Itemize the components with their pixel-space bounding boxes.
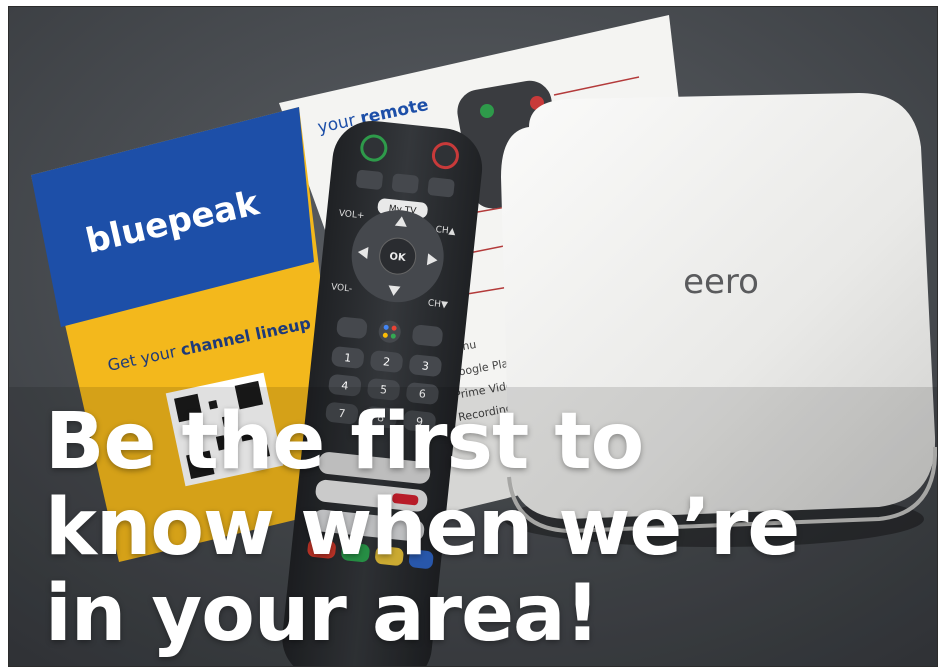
headline-line-3: in your area!	[45, 569, 600, 659]
number-key: 2	[382, 355, 390, 369]
product-photo: bluepeak Get your channel lineup your re…	[8, 6, 938, 667]
remote-back-button	[336, 317, 368, 339]
remote-power-box	[431, 142, 459, 170]
promo-banner: bluepeak Get your channel lineup your re…	[0, 0, 940, 671]
number-key: 1	[344, 351, 352, 365]
remote-power-tv	[360, 134, 388, 162]
remote-ch-down-label: CH▼	[427, 299, 448, 311]
headline-line-2: know when we’re	[45, 483, 800, 573]
remote-btn	[356, 169, 383, 190]
remote-btn	[391, 173, 419, 194]
router-brand-logo: eero	[683, 262, 759, 302]
guide-power-green	[480, 104, 494, 118]
number-key: 3	[421, 359, 429, 373]
headline-line-1: Be the first to	[45, 397, 644, 487]
remote-home-button	[412, 324, 443, 347]
headline: Be the first to know when we’re in your …	[45, 399, 925, 657]
remote-ok-label: OK	[389, 251, 408, 264]
remote-btn	[427, 177, 455, 198]
